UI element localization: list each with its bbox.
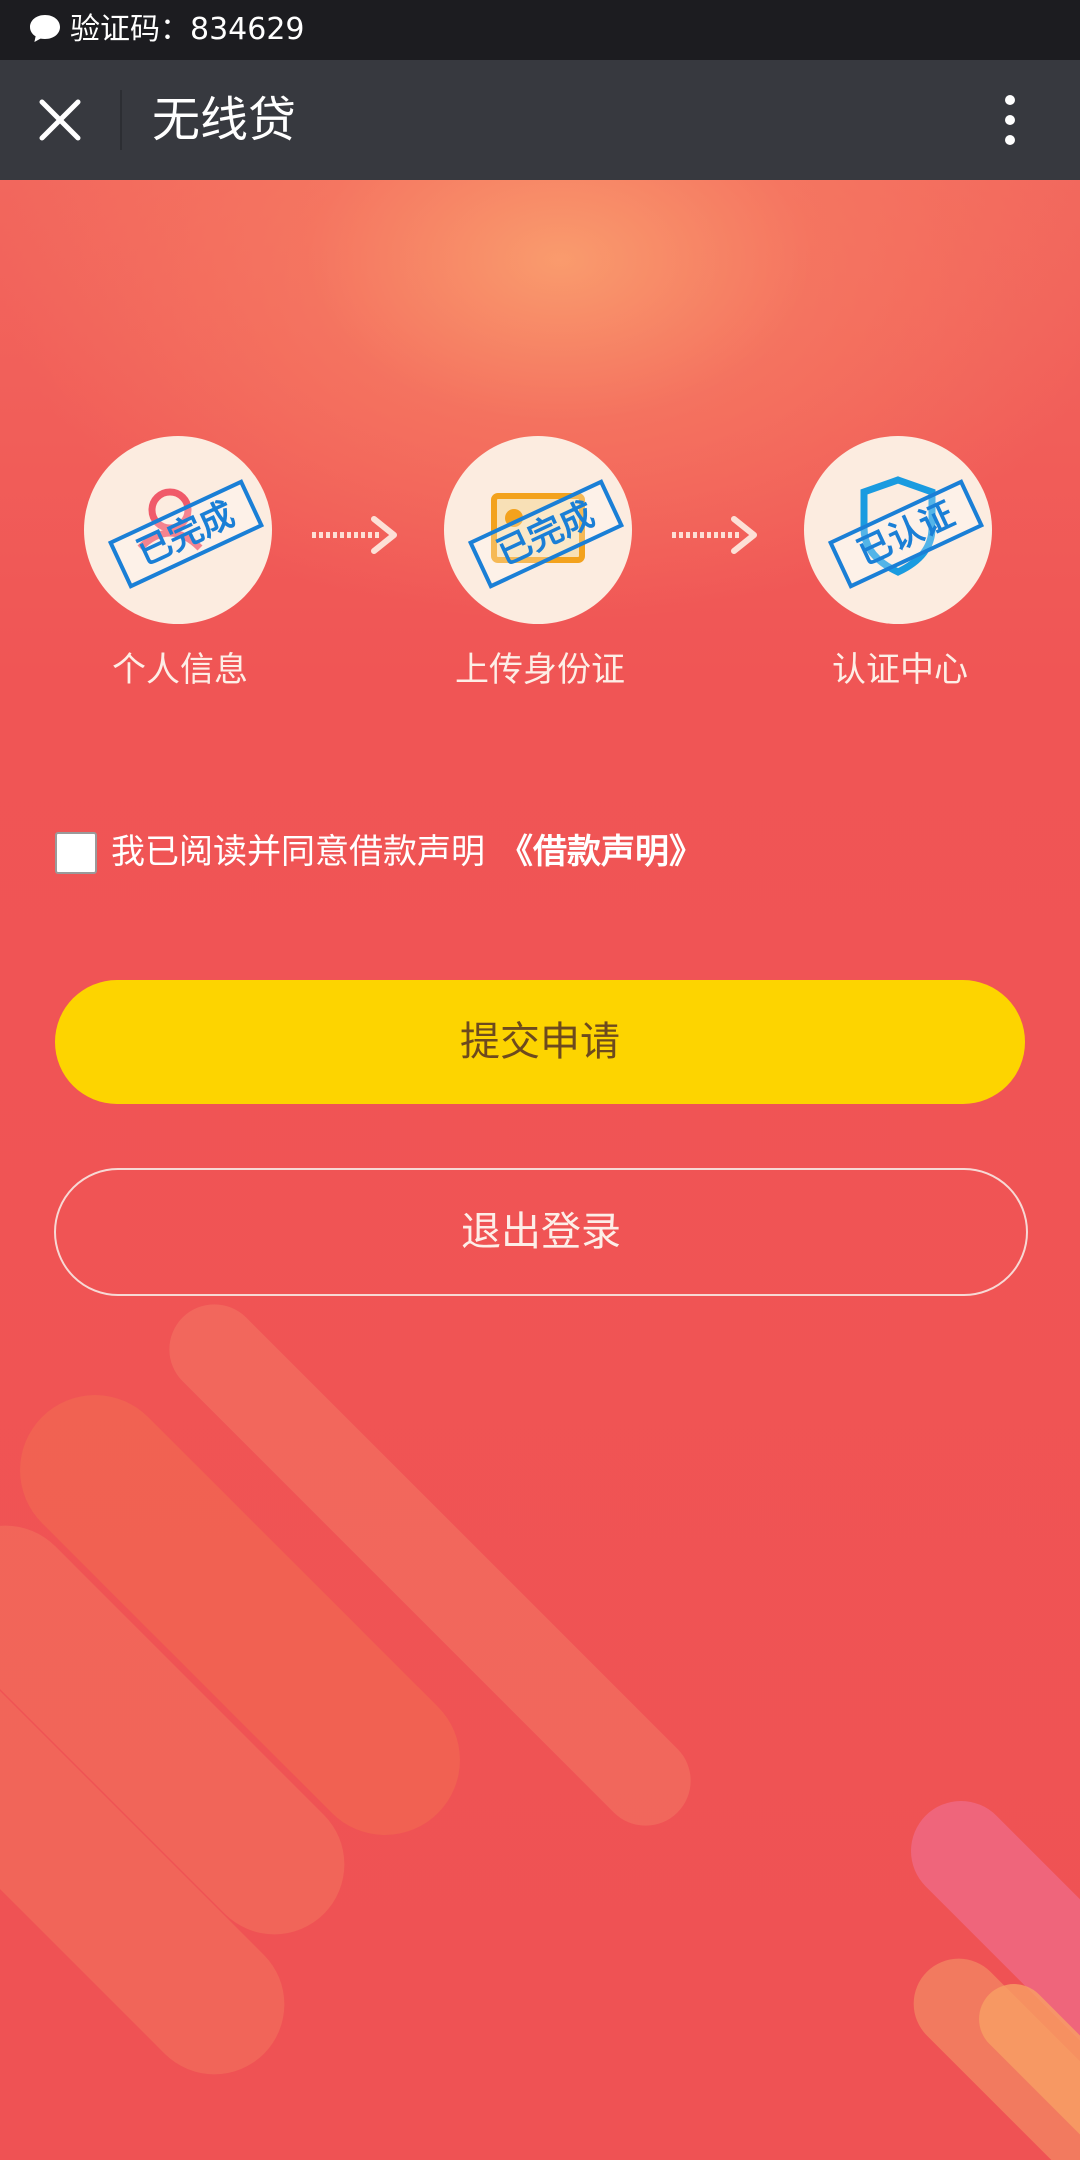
agreement-text: 我已阅读并同意借款声明 [111, 832, 485, 872]
step-label: 个人信息 [112, 650, 248, 690]
chat-bubble-icon [30, 15, 60, 42]
more-vertical-icon[interactable] [990, 90, 1030, 150]
agreement-link[interactable]: 《借款声明》 [499, 832, 703, 872]
status-notification-text: 验证码：834629 [70, 12, 305, 47]
close-icon[interactable] [30, 90, 90, 150]
navigation-bar: 无线贷 [0, 60, 1080, 180]
step-label: 上传身份证 [455, 650, 625, 690]
step-personal-info[interactable]: 已完成 [84, 436, 272, 624]
step-verification-center[interactable]: 已认证 [804, 436, 992, 624]
arrow-right-icon [672, 516, 757, 554]
logout-button[interactable]: 退出登录 [54, 1168, 1028, 1296]
agreement-row: 我已阅读并同意借款声明 《借款声明》 [55, 830, 1055, 880]
agreement-checkbox[interactable] [55, 832, 97, 874]
page-title: 无线贷 [152, 92, 297, 148]
nav-divider [120, 90, 122, 150]
status-bar: 验证码：834629 [0, 0, 1080, 60]
step-upload-id[interactable]: 已完成 [444, 436, 632, 624]
arrow-right-icon [312, 516, 397, 554]
submit-application-button[interactable]: 提交申请 [55, 980, 1025, 1104]
main-content: 已完成 个人信息 已完成 上传身份证 已认证 认证中心 我已阅读并同意借款声明《… [0, 180, 1080, 2160]
step-label: 认证中心 [832, 650, 968, 690]
